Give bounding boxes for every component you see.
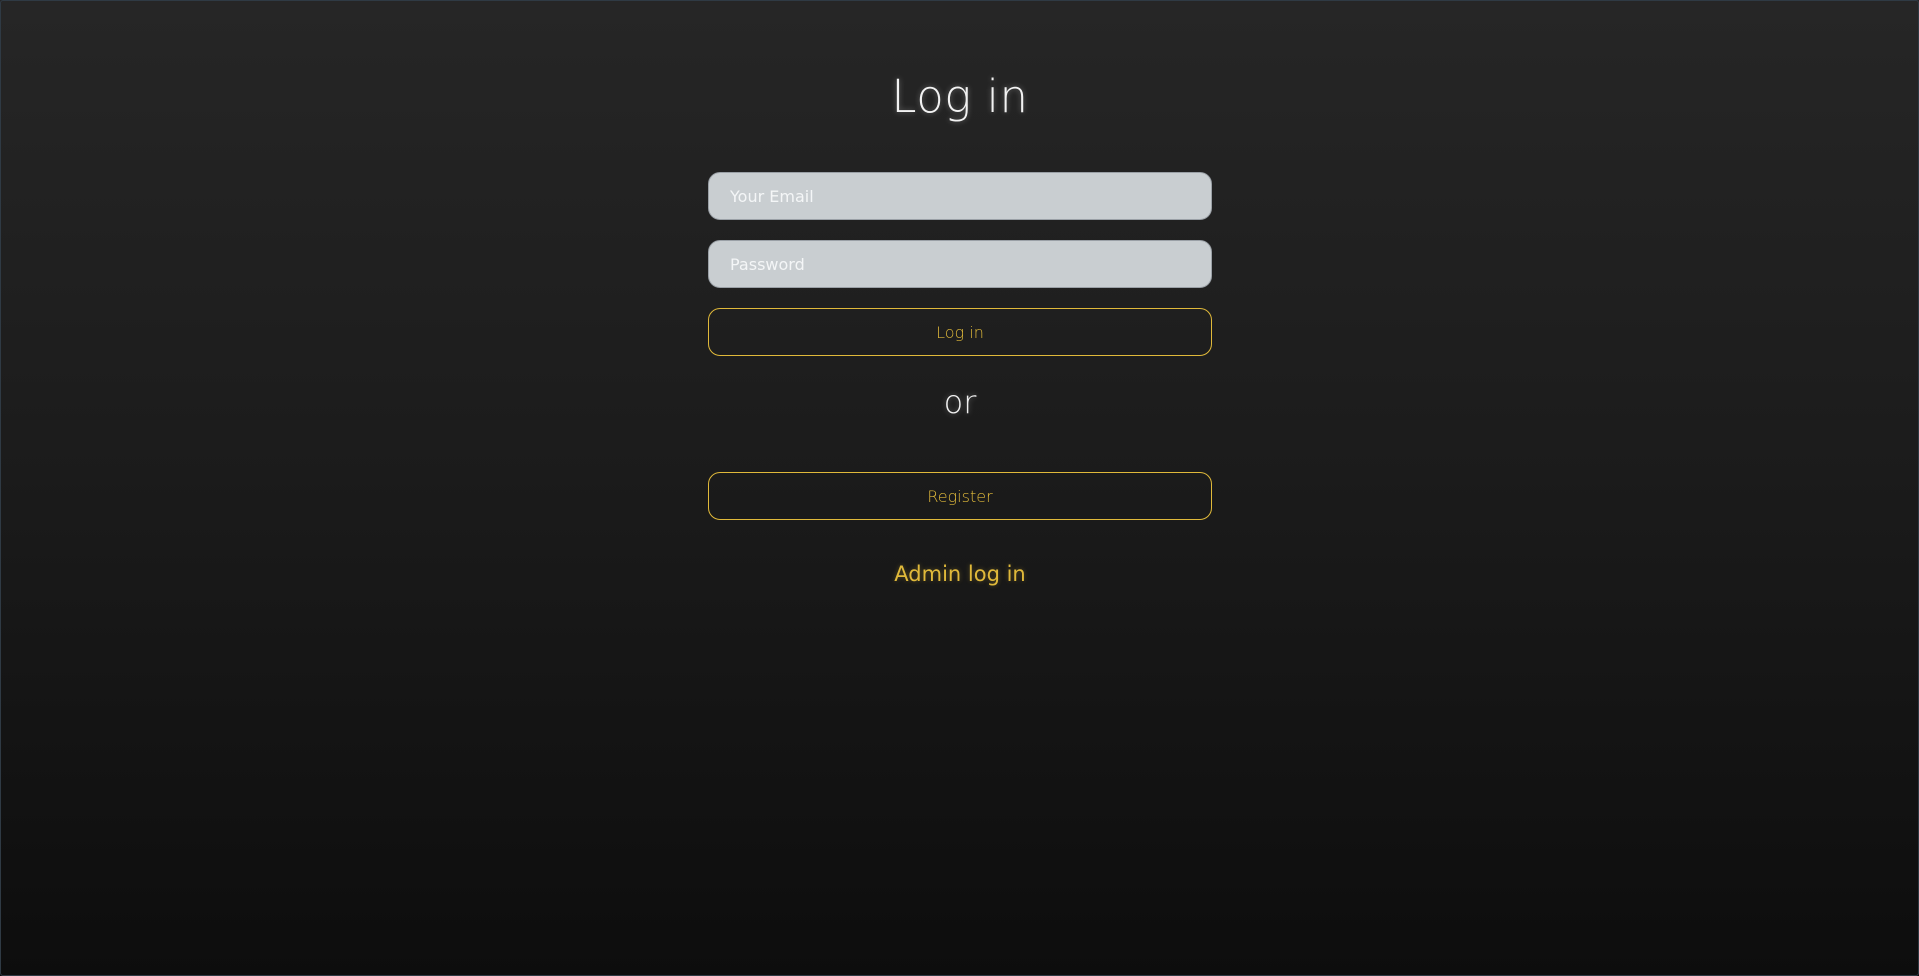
page-title: Log in bbox=[891, 70, 1029, 123]
admin-login-link[interactable]: Admin log in bbox=[708, 562, 1212, 586]
or-separator: or bbox=[943, 383, 977, 421]
register-button[interactable]: Register bbox=[708, 472, 1212, 520]
email-field[interactable] bbox=[708, 172, 1212, 220]
login-button[interactable]: Log in bbox=[708, 308, 1212, 356]
password-field[interactable] bbox=[708, 240, 1212, 288]
